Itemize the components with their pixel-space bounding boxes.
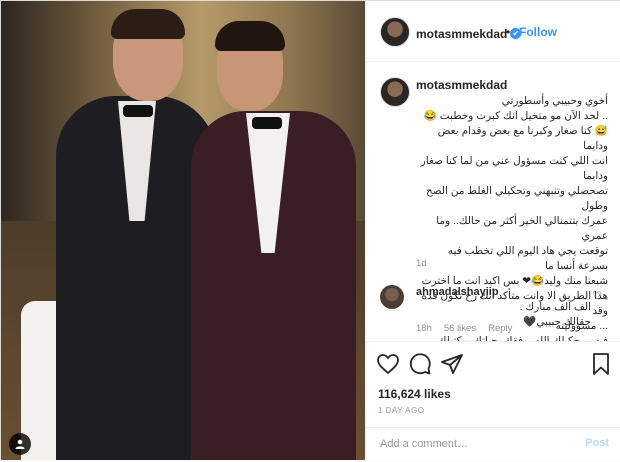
post-header: motasmmekdad ✔ • Follow — [366, 1, 620, 62]
post-comment-button[interactable]: Post — [585, 437, 609, 449]
add-comment-input[interactable] — [378, 437, 562, 451]
commenter-username[interactable]: ahmadalshayiip — [416, 286, 499, 298]
comment-bubble-icon[interactable] — [408, 352, 432, 376]
tagged-people-icon[interactable] — [9, 433, 31, 455]
header-separator: • — [506, 25, 511, 39]
author-username[interactable]: motasmmekdad — [416, 27, 507, 41]
photo-person-left-hair — [111, 9, 185, 39]
comment-timestamp[interactable]: 18h — [416, 323, 432, 334]
share-icon[interactable] — [440, 352, 464, 376]
comment-like-count[interactable]: 56 likes — [444, 323, 476, 334]
instagram-post-modal: motasmmekdad ✔ • Follow motasmmekdad أخوي… — [0, 0, 620, 460]
comment-meta: 18h 56 likes Reply — [416, 323, 524, 334]
post-timestamp[interactable]: 1 DAY AGO — [378, 406, 424, 415]
commenter-avatar[interactable] — [380, 285, 404, 309]
like-heart-icon[interactable] — [376, 352, 400, 376]
photo-bowtie-right — [252, 117, 282, 129]
caption-timestamp[interactable]: 1d — [416, 258, 427, 269]
post-photo[interactable] — [1, 1, 365, 460]
post-actions: 116,624 likes 1 DAY AGO Post — [366, 341, 620, 461]
photo-bowtie-left — [123, 105, 153, 117]
add-comment-row: Post — [366, 427, 620, 462]
caption-author-username[interactable]: motasmmekdad — [416, 78, 507, 92]
photo-person-right-hair — [215, 21, 285, 51]
author-avatar[interactable] — [380, 17, 410, 47]
comment-like-icon[interactable]: ♡ — [592, 289, 602, 302]
comments-list[interactable]: motasmmekdad أخوي وحبيبي وأسطورتي .. لحد… — [366, 61, 620, 341]
caption-author-avatar[interactable] — [380, 77, 410, 107]
like-count[interactable]: 116,624 likes — [378, 387, 451, 401]
save-bookmark-icon[interactable] — [589, 352, 613, 376]
comment-reply-button[interactable]: Reply — [488, 323, 512, 334]
follow-button[interactable]: Follow — [519, 25, 557, 39]
post-side-panel: motasmmekdad ✔ • Follow motasmmekdad أخوي… — [365, 1, 620, 460]
